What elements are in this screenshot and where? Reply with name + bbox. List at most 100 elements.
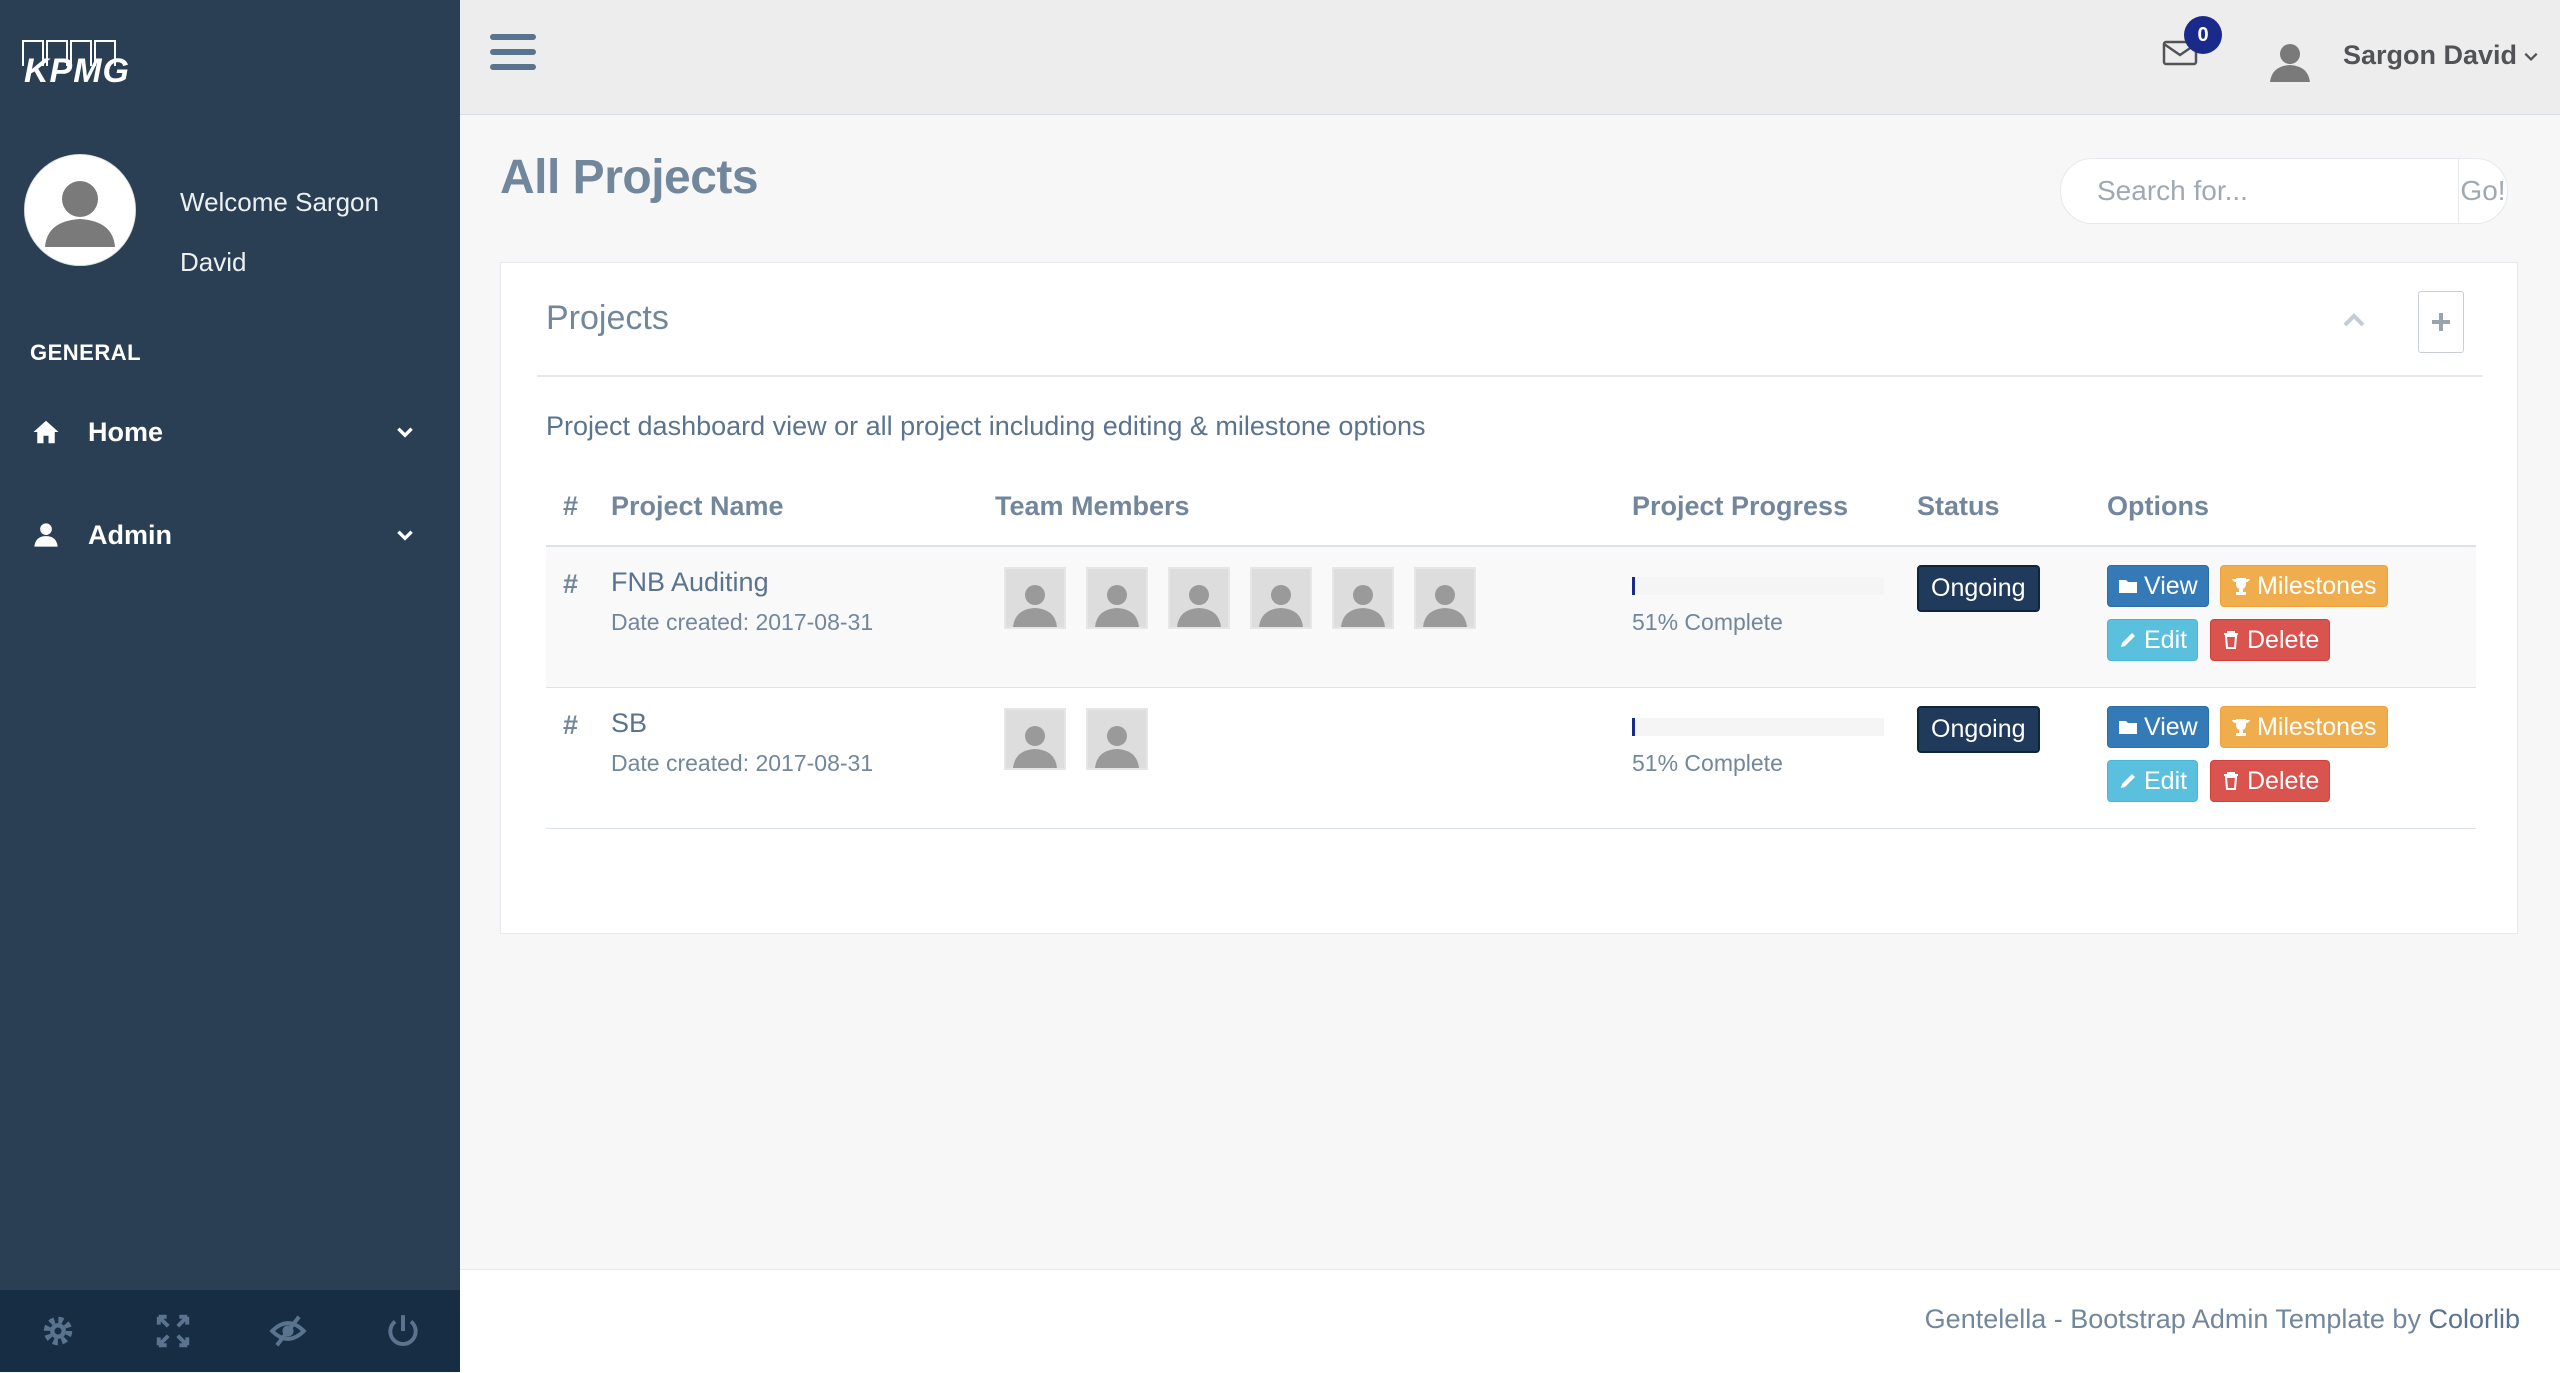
pencil-icon [2121, 633, 2135, 647]
folder-icon [2119, 721, 2137, 734]
logo-text: KPMG [24, 52, 130, 90]
user-silhouette-icon [1013, 585, 1057, 627]
user-silhouette-icon [1423, 585, 1467, 627]
delete-button[interactable]: Delete [2210, 760, 2331, 802]
kpmg-logo[interactable]: KPMG [22, 40, 132, 90]
home-icon [28, 414, 64, 450]
eye-slash-icon [268, 1315, 307, 1347]
row-hash: # [563, 710, 579, 740]
status-badge: Ongoing [1917, 565, 2040, 612]
column-header: Team Members [995, 491, 1190, 521]
edit-button[interactable]: Edit [2107, 760, 2199, 802]
footer-credit: Gentelella - Bootstrap Admin Template by [1924, 1304, 2429, 1334]
gear-icon [43, 1316, 72, 1346]
search-input[interactable] [2061, 159, 2458, 223]
team-member-avatar[interactable] [1004, 567, 1066, 629]
user-silhouette-icon [1013, 726, 1057, 768]
view-button[interactable]: View [2107, 565, 2209, 607]
chevron-up-icon[interactable] [2339, 305, 2369, 335]
column-header: Project Progress [1632, 491, 1849, 521]
sidebar-item-label: Home [88, 416, 164, 447]
logout-button[interactable] [345, 1290, 460, 1372]
panel-title: Projects [546, 299, 669, 337]
footer-text: Gentelella - Bootstrap Admin Template by… [1925, 1304, 2520, 1335]
team-member-avatar[interactable] [1086, 567, 1148, 629]
settings-button[interactable] [0, 1290, 115, 1372]
button-label: Delete [2247, 766, 2320, 795]
lock-screen-button[interactable] [230, 1290, 345, 1372]
column-header: Project Name [611, 491, 784, 521]
user-silhouette-icon [25, 155, 135, 265]
team-members [1004, 708, 1148, 770]
user-icon [28, 517, 64, 553]
pencil-icon [2121, 774, 2135, 788]
user-menu[interactable]: Sargon David [2343, 40, 2539, 71]
button-label: Edit [2144, 625, 2188, 654]
table-header: # Project Name Team Members Project Prog… [546, 473, 2476, 547]
button-label: Milestones [2257, 571, 2377, 600]
progress-fill [1632, 577, 1635, 595]
button-label: Milestones [2257, 712, 2377, 741]
milestones-button[interactable]: Milestones [2220, 706, 2388, 748]
chevron-down-icon [397, 530, 413, 541]
row-hash: # [563, 569, 579, 599]
sidebar-item-home[interactable]: Home [0, 397, 460, 467]
menu-toggle-button[interactable] [490, 34, 536, 76]
team-members [1004, 567, 1476, 629]
team-member-avatar[interactable] [1004, 708, 1066, 770]
divider [537, 375, 2483, 377]
team-member-avatar[interactable] [1168, 567, 1230, 629]
add-project-button[interactable] [2418, 291, 2464, 353]
progress-bar [1632, 577, 1884, 595]
page-footer: Gentelella - Bootstrap Admin Template by… [460, 1269, 2560, 1373]
delete-button[interactable]: Delete [2210, 619, 2331, 661]
progress-fill [1632, 718, 1635, 736]
sidebar-item-label: Admin [88, 519, 172, 550]
search-go-button[interactable]: Go! [2458, 159, 2507, 223]
column-header: Options [2107, 491, 2209, 521]
button-label: Delete [2247, 625, 2320, 654]
project-date: Date created: 2017-08-31 [611, 609, 874, 635]
sidebar: KPMG Welcome Sargon David GENERAL Home A… [0, 0, 460, 1372]
search-bar: Go! [2060, 158, 2508, 224]
sidebar-footer [0, 1290, 460, 1372]
trophy-icon [2232, 578, 2250, 595]
status-badge: Ongoing [1917, 706, 2040, 753]
user-silhouette-icon [1095, 585, 1139, 627]
project-name-link[interactable]: FNB Auditing [611, 567, 769, 598]
button-label: Edit [2144, 766, 2188, 795]
table-row: # FNB Auditing Date created: 2017-08-31 … [546, 547, 2476, 688]
team-member-avatar[interactable] [1332, 567, 1394, 629]
column-header: # [563, 491, 579, 521]
fullscreen-icon [156, 1314, 189, 1348]
user-silhouette-icon [1095, 726, 1139, 768]
sidebar-item-admin[interactable]: Admin [0, 500, 460, 570]
view-button[interactable]: View [2107, 706, 2209, 748]
milestones-button[interactable]: Milestones [2220, 565, 2388, 607]
user-silhouette-icon [1177, 585, 1221, 627]
progress-bar [1632, 718, 1884, 736]
top-navigation: 0 Sargon David [460, 0, 2560, 115]
trash-icon [2224, 772, 2238, 790]
edit-button[interactable]: Edit [2107, 619, 2199, 661]
page-title: All Projects [500, 151, 759, 204]
projects-table: # Project Name Team Members Project Prog… [546, 473, 2476, 829]
progress-text: 51% Complete [1632, 609, 1783, 635]
plus-icon [2432, 313, 2450, 331]
project-date: Date created: 2017-08-31 [611, 750, 874, 776]
fullscreen-button[interactable] [115, 1290, 230, 1372]
progress-text: 51% Complete [1632, 750, 1783, 776]
projects-panel: Projects Project dashboard view or all p… [500, 262, 2518, 934]
team-member-avatar[interactable] [1086, 708, 1148, 770]
message-count-badge: 0 [2184, 16, 2222, 54]
user-silhouette-icon [1341, 585, 1385, 627]
team-member-avatar[interactable] [1250, 567, 1312, 629]
team-member-avatar[interactable] [1414, 567, 1476, 629]
colorlib-link[interactable]: Colorlib [2428, 1304, 2520, 1334]
welcome-text: Welcome Sargon David [180, 187, 379, 277]
user-name: Sargon David [2343, 40, 2518, 70]
project-name-link[interactable]: SB [611, 708, 647, 739]
menu-section-title: GENERAL [30, 340, 142, 365]
user-avatar-icon[interactable] [2266, 36, 2314, 84]
trash-icon [2224, 631, 2238, 649]
